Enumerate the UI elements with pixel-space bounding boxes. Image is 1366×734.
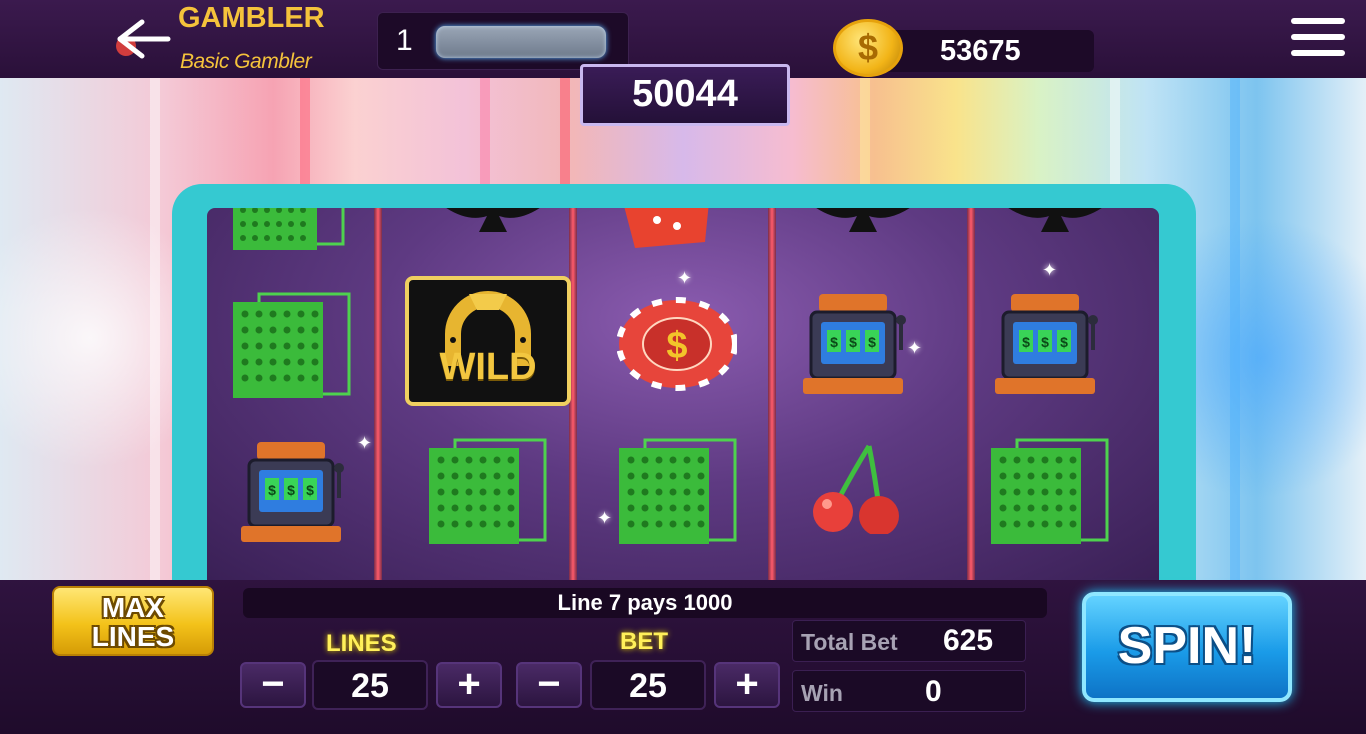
card-deck-icon	[233, 208, 345, 250]
svg-text:$: $	[1022, 334, 1030, 350]
spade-symbol	[433, 208, 553, 245]
win-value: 0	[925, 675, 942, 708]
level-number: 1	[396, 24, 413, 57]
xp-progress-bar	[436, 26, 606, 58]
coin-balance: 53675	[940, 35, 1021, 67]
cherry-symbol	[807, 442, 907, 539]
light-stripe	[1230, 78, 1240, 580]
level-panel: 1	[377, 12, 629, 70]
card-deck-icon	[233, 292, 351, 398]
sparkle: ✦	[907, 338, 923, 358]
bet-value: 25	[590, 660, 706, 710]
card-deck-icon	[429, 438, 547, 544]
svg-text:$: $	[830, 334, 838, 350]
sparkle: ✦	[597, 508, 613, 528]
chip-dollar: $	[666, 325, 687, 367]
max-lines-label-bottom: LINES	[91, 621, 175, 652]
spade-icon	[1008, 208, 1102, 232]
svg-text:$: $	[868, 334, 876, 350]
win-message: Line 7 pays 1000	[243, 588, 1047, 618]
slot-machine-symbol: $ $ $	[989, 292, 1109, 407]
total-bet-panel: Total Bet 625	[792, 620, 1026, 662]
dice-symbol	[617, 208, 717, 259]
slot-machine-icon: $ $ $	[241, 442, 344, 542]
max-lines-label-top: MAX	[101, 592, 165, 623]
player-rank: Basic Gambler	[180, 50, 312, 73]
wild-label: WILD	[439, 346, 537, 388]
spade-symbol	[803, 208, 923, 245]
win-label: Win	[801, 680, 843, 706]
card-deck-icon	[619, 438, 737, 544]
total-bet-value: 625	[943, 624, 994, 657]
win-panel: Win 0	[792, 670, 1026, 712]
slot-machine-icon: $ $ $	[803, 294, 906, 394]
reels-window[interactable]: $ $ $ WILD $ $ $ $ $ $ $ ✦ ✦ ✦ ✦ ✦	[207, 208, 1159, 580]
sparkle: ✦	[677, 268, 693, 288]
bet-increase-button[interactable]: +	[714, 662, 780, 708]
menu-line	[1291, 50, 1345, 56]
spade-icon	[446, 208, 540, 232]
game-title: GAMBLER	[178, 2, 325, 34]
svg-text:$: $	[268, 482, 276, 498]
hamburger-menu-icon	[1291, 18, 1345, 24]
card-deck-symbol	[615, 436, 745, 551]
card-deck-symbol	[425, 436, 555, 551]
wild-symbol: WILD	[405, 276, 571, 406]
reel-separator	[768, 208, 776, 580]
total-bet-label: Total Bet	[801, 629, 898, 655]
card-deck-symbol	[229, 290, 359, 405]
menu-line	[1291, 34, 1345, 40]
jackpot-counter: 50044	[580, 64, 790, 126]
reel-separator	[374, 208, 382, 580]
sparkle: ✦	[357, 433, 373, 453]
slot-machine-symbol: $ $ $	[235, 440, 355, 555]
svg-text:$: $	[849, 334, 857, 350]
spade-icon	[816, 208, 910, 232]
svg-text:$: $	[287, 482, 295, 498]
slot-machine-symbol: $ $ $	[797, 292, 917, 407]
bet-label: BET	[620, 628, 668, 655]
lines-label: LINES	[326, 630, 397, 657]
menu-button[interactable]	[1291, 18, 1345, 60]
spade-symbol	[995, 208, 1115, 245]
svg-text:$: $	[1041, 334, 1049, 350]
card-deck-symbol	[987, 436, 1117, 551]
spin-button[interactable]: SPIN!	[1082, 592, 1292, 702]
light-stripe	[150, 78, 160, 580]
lines-decrease-button[interactable]: −	[240, 662, 306, 708]
card-deck-icon	[991, 438, 1109, 544]
sparkle: ✦	[1042, 260, 1058, 280]
svg-text:$: $	[1060, 334, 1068, 350]
lines-value: 25	[312, 660, 428, 710]
poker-chip-symbol: $	[616, 296, 738, 397]
cherry-icon	[813, 444, 899, 536]
slot-machine-icon: $ $ $	[995, 294, 1098, 394]
coin-balance-panel: 53675	[870, 30, 1094, 72]
reel-separator	[967, 208, 975, 580]
lines-increase-button[interactable]: +	[436, 662, 502, 708]
dollar-coin-icon: $	[833, 19, 903, 77]
back-button[interactable]	[108, 16, 172, 62]
svg-text:$: $	[306, 482, 314, 498]
back-arrow-icon	[116, 19, 171, 59]
poker-chip-icon: $	[616, 297, 738, 391]
dice-icon	[624, 208, 709, 248]
card-deck-symbol	[229, 208, 349, 257]
bet-decrease-button[interactable]: −	[516, 662, 582, 708]
max-lines-button[interactable]: MAX LINES	[52, 586, 214, 656]
